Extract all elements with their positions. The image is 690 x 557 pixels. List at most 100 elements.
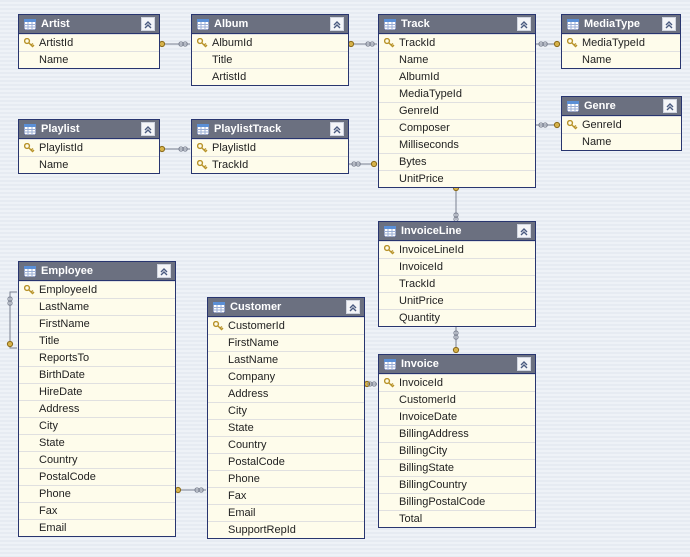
column-row[interactable]: BillingPostalCode — [379, 493, 535, 510]
column-row[interactable]: Fax — [19, 502, 175, 519]
column-row[interactable]: HireDate — [19, 383, 175, 400]
column-row[interactable]: Email — [19, 519, 175, 536]
column-row[interactable]: Company — [208, 368, 364, 385]
entity-header[interactable]: Customer — [208, 298, 364, 317]
column-row[interactable]: InvoiceId — [379, 374, 535, 391]
collapse-icon[interactable] — [346, 300, 360, 314]
column-row[interactable]: EmployeeId — [19, 281, 175, 298]
column-row[interactable]: City — [19, 417, 175, 434]
column-name: Title — [212, 52, 344, 68]
entity-album[interactable]: AlbumAlbumIdTitleArtistId — [191, 14, 349, 86]
column-row[interactable]: State — [19, 434, 175, 451]
entity-header[interactable]: Genre — [562, 97, 681, 116]
entity-invoice[interactable]: InvoiceInvoiceIdCustomerIdInvoiceDateBil… — [378, 354, 536, 528]
column-row[interactable]: PlaylistId — [192, 139, 348, 156]
entity-invoiceline[interactable]: InvoiceLineInvoiceLineIdInvoiceIdTrackId… — [378, 221, 536, 327]
column-row[interactable]: Email — [208, 504, 364, 521]
entity-header[interactable]: PlaylistTrack — [192, 120, 348, 139]
column-row[interactable]: Country — [19, 451, 175, 468]
entity-playlisttrack[interactable]: PlaylistTrackPlaylistIdTrackId — [191, 119, 349, 174]
column-row[interactable]: CustomerId — [379, 391, 535, 408]
entity-genre[interactable]: GenreGenreIdName — [561, 96, 682, 151]
column-row[interactable]: Total — [379, 510, 535, 527]
column-row[interactable]: GenreId — [562, 116, 681, 133]
column-row[interactable]: ArtistId — [192, 68, 348, 85]
column-row[interactable]: ArtistId — [19, 34, 159, 51]
entity-employee[interactable]: EmployeeEmployeeIdLastNameFirstNameTitle… — [18, 261, 176, 537]
entity-header[interactable]: Playlist — [19, 120, 159, 139]
collapse-icon[interactable] — [141, 17, 155, 31]
column-row[interactable]: Milliseconds — [379, 136, 535, 153]
entity-header[interactable]: Track — [379, 15, 535, 34]
column-row[interactable]: LastName — [208, 351, 364, 368]
collapse-icon[interactable] — [141, 122, 155, 136]
column-row[interactable]: Fax — [208, 487, 364, 504]
collapse-icon[interactable] — [517, 17, 531, 31]
column-row[interactable]: FirstName — [208, 334, 364, 351]
column-row[interactable]: PostalCode — [19, 468, 175, 485]
entity-playlist[interactable]: PlaylistPlaylistIdName — [18, 119, 160, 174]
column-row[interactable]: Name — [19, 51, 159, 68]
column-row[interactable]: Name — [19, 156, 159, 173]
collapse-icon[interactable] — [517, 357, 531, 371]
column-row[interactable]: City — [208, 402, 364, 419]
column-row[interactable]: Title — [19, 332, 175, 349]
column-row[interactable]: BillingAddress — [379, 425, 535, 442]
entity-track[interactable]: TrackTrackIdNameAlbumIdMediaTypeIdGenreI… — [378, 14, 536, 188]
column-row[interactable]: Address — [19, 400, 175, 417]
entity-header[interactable]: Employee — [19, 262, 175, 281]
column-row[interactable]: InvoiceDate — [379, 408, 535, 425]
column-row[interactable]: Bytes — [379, 153, 535, 170]
collapse-icon[interactable] — [662, 17, 676, 31]
column-row[interactable]: AlbumId — [192, 34, 348, 51]
entity-mediatype[interactable]: MediaTypeMediaTypeIdName — [561, 14, 681, 69]
column-row[interactable]: MediaTypeId — [562, 34, 680, 51]
column-row[interactable]: Phone — [208, 470, 364, 487]
column-row[interactable]: Country — [208, 436, 364, 453]
entity-header[interactable]: Artist — [19, 15, 159, 34]
entity-customer[interactable]: CustomerCustomerIdFirstNameLastNameCompa… — [207, 297, 365, 539]
column-row[interactable]: PostalCode — [208, 453, 364, 470]
column-row[interactable]: Title — [192, 51, 348, 68]
column-row[interactable]: TrackId — [192, 156, 348, 173]
column-row[interactable]: UnitPrice — [379, 170, 535, 187]
column-row[interactable]: InvoiceId — [379, 258, 535, 275]
column-row[interactable]: State — [208, 419, 364, 436]
column-row[interactable]: TrackId — [379, 275, 535, 292]
column-row[interactable]: Composer — [379, 119, 535, 136]
column-row[interactable]: BillingCity — [379, 442, 535, 459]
collapse-icon[interactable] — [157, 264, 171, 278]
column-row[interactable]: Name — [379, 51, 535, 68]
column-row[interactable]: CustomerId — [208, 317, 364, 334]
column-row[interactable]: UnitPrice — [379, 292, 535, 309]
column-row[interactable]: SupportRepId — [208, 521, 364, 538]
column-row[interactable]: PlaylistId — [19, 139, 159, 156]
column-row[interactable]: Address — [208, 385, 364, 402]
entity-header[interactable]: Invoice — [379, 355, 535, 374]
column-row[interactable]: AlbumId — [379, 68, 535, 85]
column-row[interactable]: Name — [562, 133, 681, 150]
entity-header[interactable]: MediaType — [562, 15, 680, 34]
column-row[interactable]: Phone — [19, 485, 175, 502]
column-row[interactable]: LastName — [19, 298, 175, 315]
column-row[interactable]: GenreId — [379, 102, 535, 119]
column-name: Name — [39, 52, 155, 68]
entity-header[interactable]: Album — [192, 15, 348, 34]
column-row[interactable]: BirthDate — [19, 366, 175, 383]
collapse-icon[interactable] — [663, 99, 677, 113]
column-row[interactable]: BillingState — [379, 459, 535, 476]
column-row[interactable]: Name — [562, 51, 680, 68]
entity-header[interactable]: InvoiceLine — [379, 222, 535, 241]
collapse-icon[interactable] — [517, 224, 531, 238]
column-row[interactable]: BillingCountry — [379, 476, 535, 493]
column-row[interactable]: MediaTypeId — [379, 85, 535, 102]
column-row[interactable]: InvoiceLineId — [379, 241, 535, 258]
collapse-icon[interactable] — [330, 17, 344, 31]
column-row[interactable]: FirstName — [19, 315, 175, 332]
column-row[interactable]: TrackId — [379, 34, 535, 51]
collapse-icon[interactable] — [330, 122, 344, 136]
entity-artist[interactable]: ArtistArtistIdName — [18, 14, 160, 69]
column-row[interactable]: Quantity — [379, 309, 535, 326]
column-row[interactable]: ReportsTo — [19, 349, 175, 366]
key-slot — [383, 122, 395, 134]
